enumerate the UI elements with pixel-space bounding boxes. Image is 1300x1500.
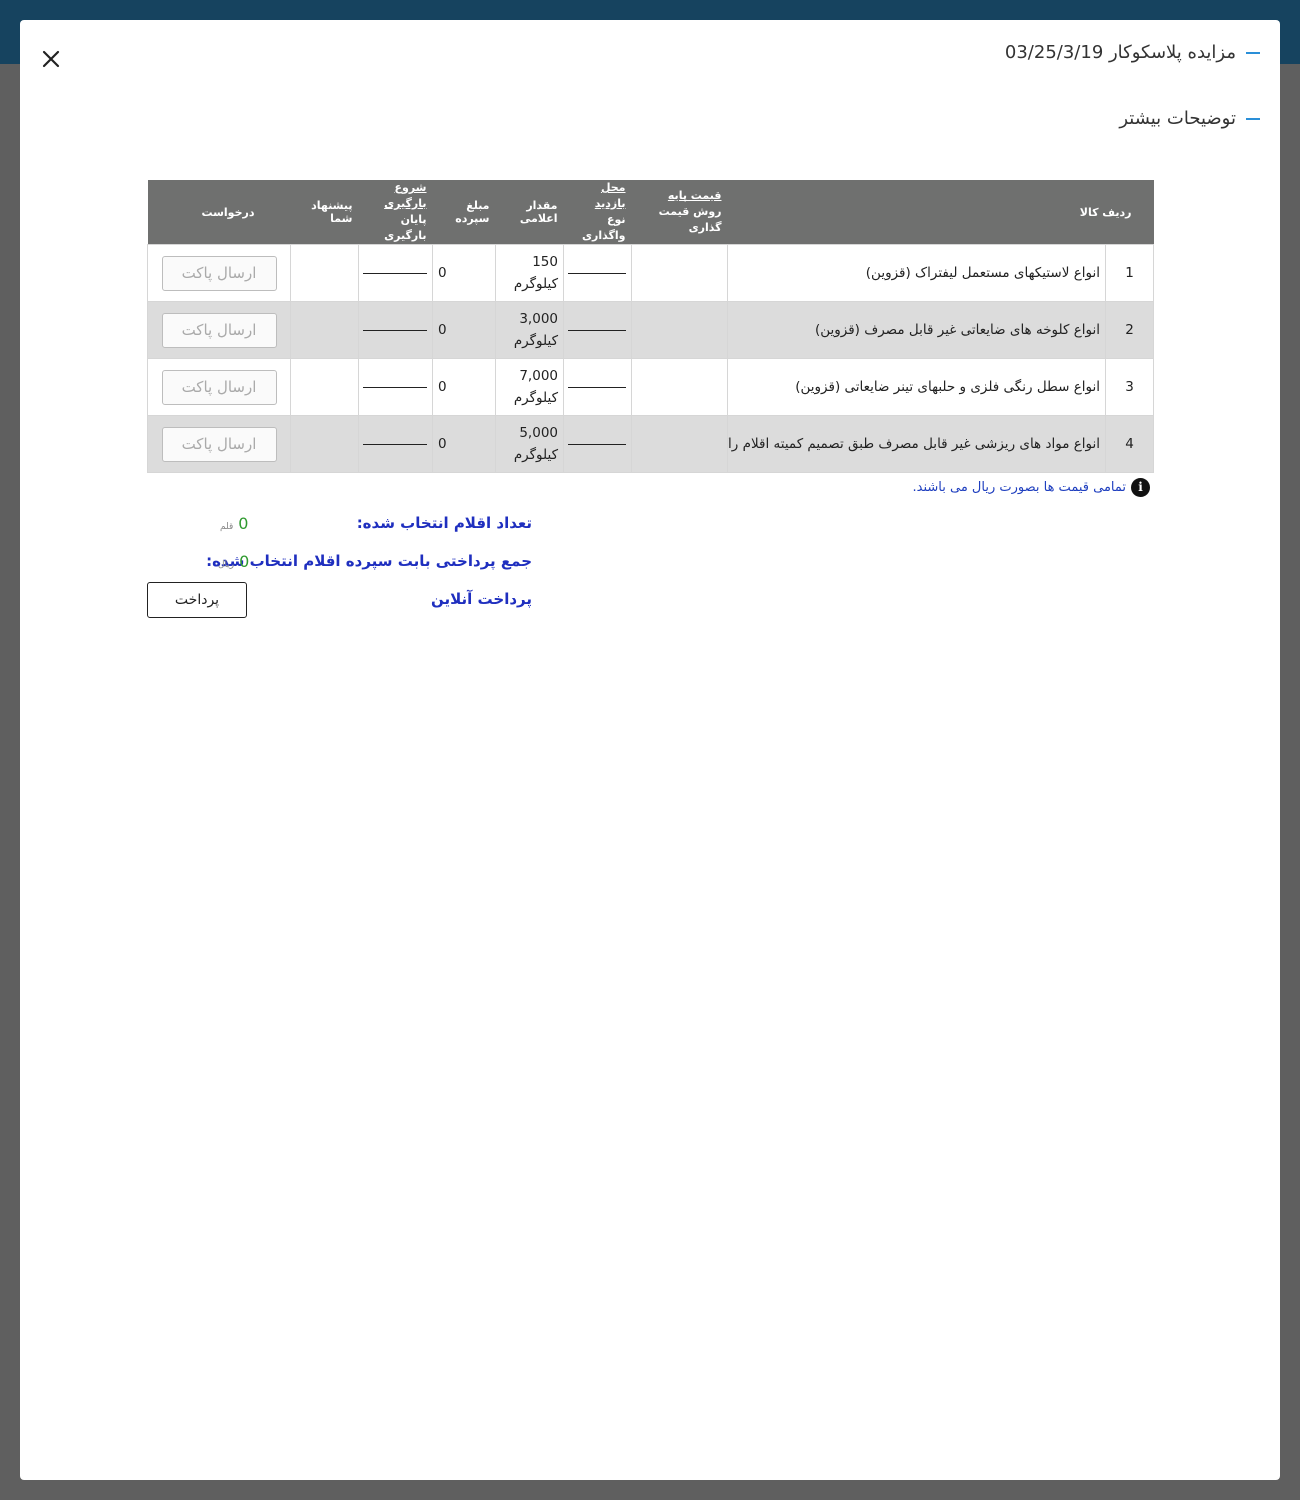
- loading-cell: [358, 415, 433, 473]
- loading-cell: [358, 244, 433, 302]
- request-cell: ارسال پاکت: [147, 415, 291, 473]
- deposit-sum: 0 ریال: [218, 552, 249, 571]
- empty-dash: [568, 386, 626, 388]
- modal-title: مزایده پلاسکوکار 03/25/3/19: [1005, 42, 1260, 63]
- info-icon: i: [1131, 478, 1150, 497]
- title-dash: [1246, 51, 1260, 54]
- visit-place-cell: [563, 244, 632, 302]
- details-modal: مزایده پلاسکوکار 03/25/3/19 توضیحات بیشت…: [20, 20, 1280, 1480]
- your-offer-cell: [290, 415, 359, 473]
- visit-place-cell: [563, 415, 632, 473]
- selected-count: 0 قلم: [220, 514, 248, 533]
- close-icon[interactable]: [40, 48, 62, 70]
- send-envelope-button[interactable]: ارسال پاکت: [161, 312, 277, 348]
- header-declared-amount: مقدار اعلامی: [519, 199, 558, 225]
- header-your-offer: پیشنهاد شما: [311, 199, 353, 225]
- send-envelope-button[interactable]: ارسال پاکت: [161, 255, 277, 291]
- item-name: انواع لاستیکهای مستعمل لیفتراک (قزوین): [726, 244, 1107, 302]
- header-deposit: مبلغ سپرده: [455, 199, 490, 225]
- item-name: انواع مواد های ریزشی غیر قابل مصرف طبق ت…: [726, 415, 1107, 473]
- row-index: 1: [1105, 244, 1155, 302]
- deposit-cell: 0: [432, 301, 496, 359]
- header-base-price: قیمت پایه روش قیمت گذاری: [658, 189, 722, 234]
- deposit-sum-value: 0: [239, 552, 250, 571]
- header-row-item: ردیف کالا: [1079, 205, 1132, 219]
- empty-dash: [363, 386, 427, 388]
- base-price-cell: [631, 358, 728, 416]
- section-more-details[interactable]: توضیحات بیشتر: [1119, 108, 1260, 129]
- table-header-row: ردیف کالا قیمت پایه روش قیمت گذاری محل با…: [147, 180, 1154, 245]
- header-loading: شروع بارگیری پایان بارگیری: [384, 181, 427, 242]
- empty-dash: [363, 443, 427, 445]
- selected-count-value: 0: [238, 514, 249, 533]
- item-name: انواع سطل رنگی فلزی و حلبهای تینر ضایعات…: [726, 358, 1107, 416]
- table-row: 4 انواع مواد های ریزشی غیر قابل مصرف طبق…: [147, 415, 1155, 473]
- currency-note-text: تمامی قیمت ها بصورت ریال می باشند.: [912, 480, 1127, 495]
- request-cell: ارسال پاکت: [147, 358, 291, 416]
- table-row: 3 انواع سطل رنگی فلزی و حلبهای تینر ضایع…: [147, 358, 1155, 416]
- row-index: 2: [1105, 301, 1155, 359]
- items-table-wrapper: ردیف کالا قیمت پایه روش قیمت گذاری محل با…: [147, 180, 1155, 473]
- deposit-sum-label: جمع پرداختی بابت سپرده اقلام انتخاب شده:: [206, 552, 532, 570]
- amount-cell: 7,000 کیلوگرم: [495, 358, 564, 416]
- item-name: انواع کلوخه های ضایعاتی غیر قابل مصرف (ق…: [726, 301, 1107, 359]
- request-cell: ارسال پاکت: [147, 244, 291, 302]
- visit-place-cell: [563, 358, 632, 416]
- visit-place-cell: [563, 301, 632, 359]
- empty-dash: [568, 329, 626, 331]
- your-offer-cell: [290, 244, 359, 302]
- modal-title-text: مزایده پلاسکوکار 03/25/3/19: [1004, 42, 1236, 63]
- pay-button[interactable]: پرداخت: [147, 582, 247, 618]
- send-envelope-button[interactable]: ارسال پاکت: [161, 369, 277, 405]
- header-visit-place: محل بازدید نوع واگذاری: [581, 181, 626, 242]
- your-offer-cell: [290, 358, 359, 416]
- send-envelope-button[interactable]: ارسال پاکت: [161, 426, 277, 462]
- selected-count-label: تعداد اقلام انتخاب شده:: [356, 514, 532, 532]
- empty-dash: [568, 272, 626, 274]
- empty-dash: [363, 329, 427, 331]
- section-dash: [1246, 117, 1260, 120]
- table-row: 1 انواع لاستیکهای مستعمل لیفتراک (قزوین)…: [147, 244, 1155, 302]
- deposit-sum-unit: ریال: [218, 560, 235, 570]
- amount-cell: 3,000 کیلوگرم: [495, 301, 564, 359]
- base-price-cell: [631, 415, 728, 473]
- section-more-details-text: توضیحات بیشتر: [1119, 108, 1236, 129]
- selected-count-unit: قلم: [220, 522, 234, 532]
- amount-cell: 5,000 کیلوگرم: [495, 415, 564, 473]
- deposit-cell: 0: [432, 244, 496, 302]
- deposit-cell: 0: [432, 415, 496, 473]
- online-payment-label: پرداخت آنلاین: [430, 590, 532, 608]
- table-row: 2 انواع کلوخه های ضایعاتی غیر قابل مصرف …: [147, 301, 1155, 359]
- request-cell: ارسال پاکت: [147, 301, 291, 359]
- row-index: 3: [1105, 358, 1155, 416]
- loading-cell: [358, 358, 433, 416]
- your-offer-cell: [290, 301, 359, 359]
- empty-dash: [363, 272, 427, 274]
- row-index: 4: [1105, 415, 1155, 473]
- header-request: درخواست: [201, 205, 255, 219]
- currency-note: i تمامی قیمت ها بصورت ریال می باشند.: [147, 478, 1153, 497]
- items-table: ردیف کالا قیمت پایه روش قیمت گذاری محل با…: [147, 180, 1155, 473]
- base-price-cell: [631, 244, 728, 302]
- empty-dash: [568, 443, 626, 445]
- base-price-cell: [631, 301, 728, 359]
- deposit-cell: 0: [432, 358, 496, 416]
- loading-cell: [358, 301, 433, 359]
- amount-cell: 150 کیلوگرم: [495, 244, 564, 302]
